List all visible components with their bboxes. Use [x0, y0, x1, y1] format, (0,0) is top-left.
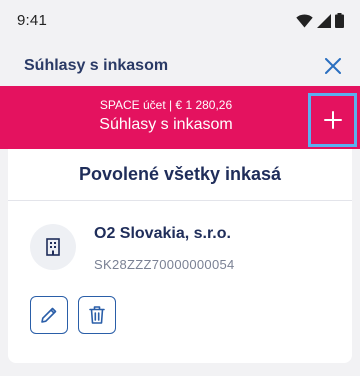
card-heading: Povolené všetky inkasá: [78, 164, 282, 184]
status-time: 9:41: [17, 12, 47, 29]
edit-button[interactable]: [30, 296, 68, 334]
company-avatar: [30, 224, 76, 270]
close-button[interactable]: [322, 55, 344, 77]
add-mandate-button[interactable]: [308, 93, 357, 147]
app-header: Súhlasy s inkasom: [0, 40, 360, 86]
signal-icon: [317, 13, 331, 28]
banner-title: Súhlasy s inkasom: [99, 116, 233, 133]
battery-icon: [335, 13, 344, 28]
card-header: Povolené všetky inkasá: [8, 149, 352, 201]
status-bar: 9:41: [0, 0, 360, 40]
pencil-icon: [41, 307, 57, 323]
delete-button[interactable]: [78, 296, 116, 334]
account-banner: SPACE účet | € 1 280,26 Súhlasy s inkaso…: [0, 86, 360, 149]
close-icon: [325, 58, 341, 74]
company-name: O2 Slovakia, s.r.o.: [94, 225, 231, 242]
creditor-id: SK28ZZZ70000000054: [94, 257, 235, 272]
plus-icon: [323, 111, 342, 129]
page-title: Súhlasy s inkasom: [24, 57, 169, 74]
mandates-card: Povolené všetky inkasá O2 Slovakia, s.r.…: [8, 149, 352, 363]
building-icon: [46, 238, 60, 256]
status-icons: [296, 13, 344, 28]
wifi-icon: [296, 14, 313, 27]
trash-icon: [89, 306, 105, 324]
account-summary: SPACE účet | € 1 280,26: [99, 98, 233, 112]
